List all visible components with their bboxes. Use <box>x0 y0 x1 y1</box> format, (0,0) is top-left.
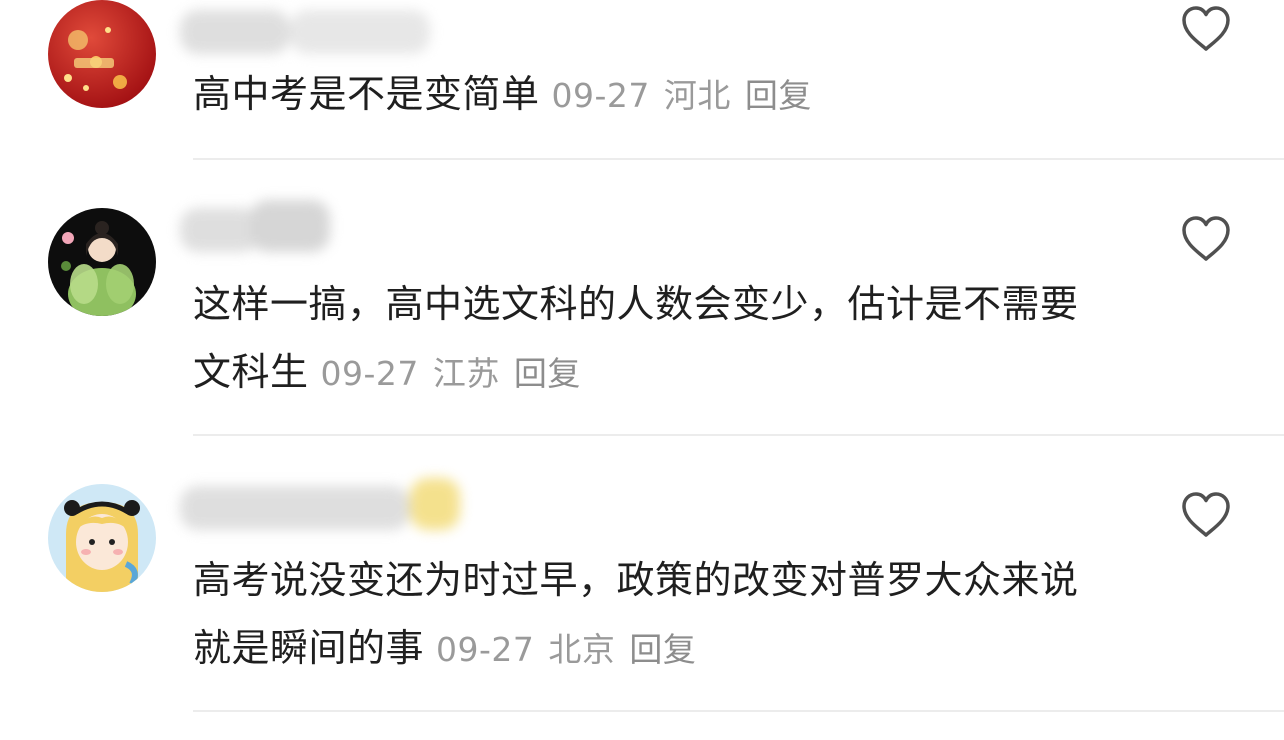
comment-meta: 09-27 河北 回复 <box>552 76 812 115</box>
username-blurred <box>180 200 510 252</box>
comment-text: 高中考是不是变简单 <box>193 72 540 116</box>
comment-date: 09-27 <box>436 630 535 669</box>
comment-location: 北京 <box>548 630 616 669</box>
divider <box>193 434 1284 436</box>
heart-outline-icon[interactable] <box>1180 491 1232 539</box>
user-avatar[interactable] <box>48 208 156 316</box>
user-avatar[interactable] <box>48 0 156 108</box>
comment-date: 09-27 <box>551 76 650 115</box>
reply-button[interactable]: 回复 <box>514 354 581 393</box>
heart-outline-icon[interactable] <box>1180 215 1232 263</box>
comment-meta: 09-27 江苏 回复 <box>321 354 581 393</box>
user-avatar[interactable] <box>48 484 156 592</box>
comment-meta: 09-27 北京 回复 <box>436 630 696 669</box>
cartoon-blonde-girl-avatar-image <box>48 484 156 592</box>
username-blurred <box>180 478 510 530</box>
comment-body: 高考说没变还为时过早，政策的改变对普罗大众来说就是瞬间的事 09-27 北京 回复 <box>193 546 1113 684</box>
reply-button[interactable]: 回复 <box>745 76 812 115</box>
comment-body: 这样一搞，高中选文科的人数会变少，估计是不需要文科生 09-27 江苏 回复 <box>193 270 1113 408</box>
comment-date: 09-27 <box>320 354 419 393</box>
comment-body: 高中考是不是变简单 09-27 河北 回复 <box>193 60 1113 130</box>
divider <box>193 158 1284 160</box>
username-blurred <box>180 10 510 58</box>
reply-button[interactable]: 回复 <box>629 630 696 669</box>
girl-in-green-dress-avatar-image <box>48 208 156 316</box>
heart-outline-icon[interactable] <box>1180 5 1232 53</box>
red-festive-avatar-image <box>48 0 156 108</box>
divider <box>193 710 1284 712</box>
comment-location: 江苏 <box>432 354 500 393</box>
comment-location: 河北 <box>663 76 731 115</box>
